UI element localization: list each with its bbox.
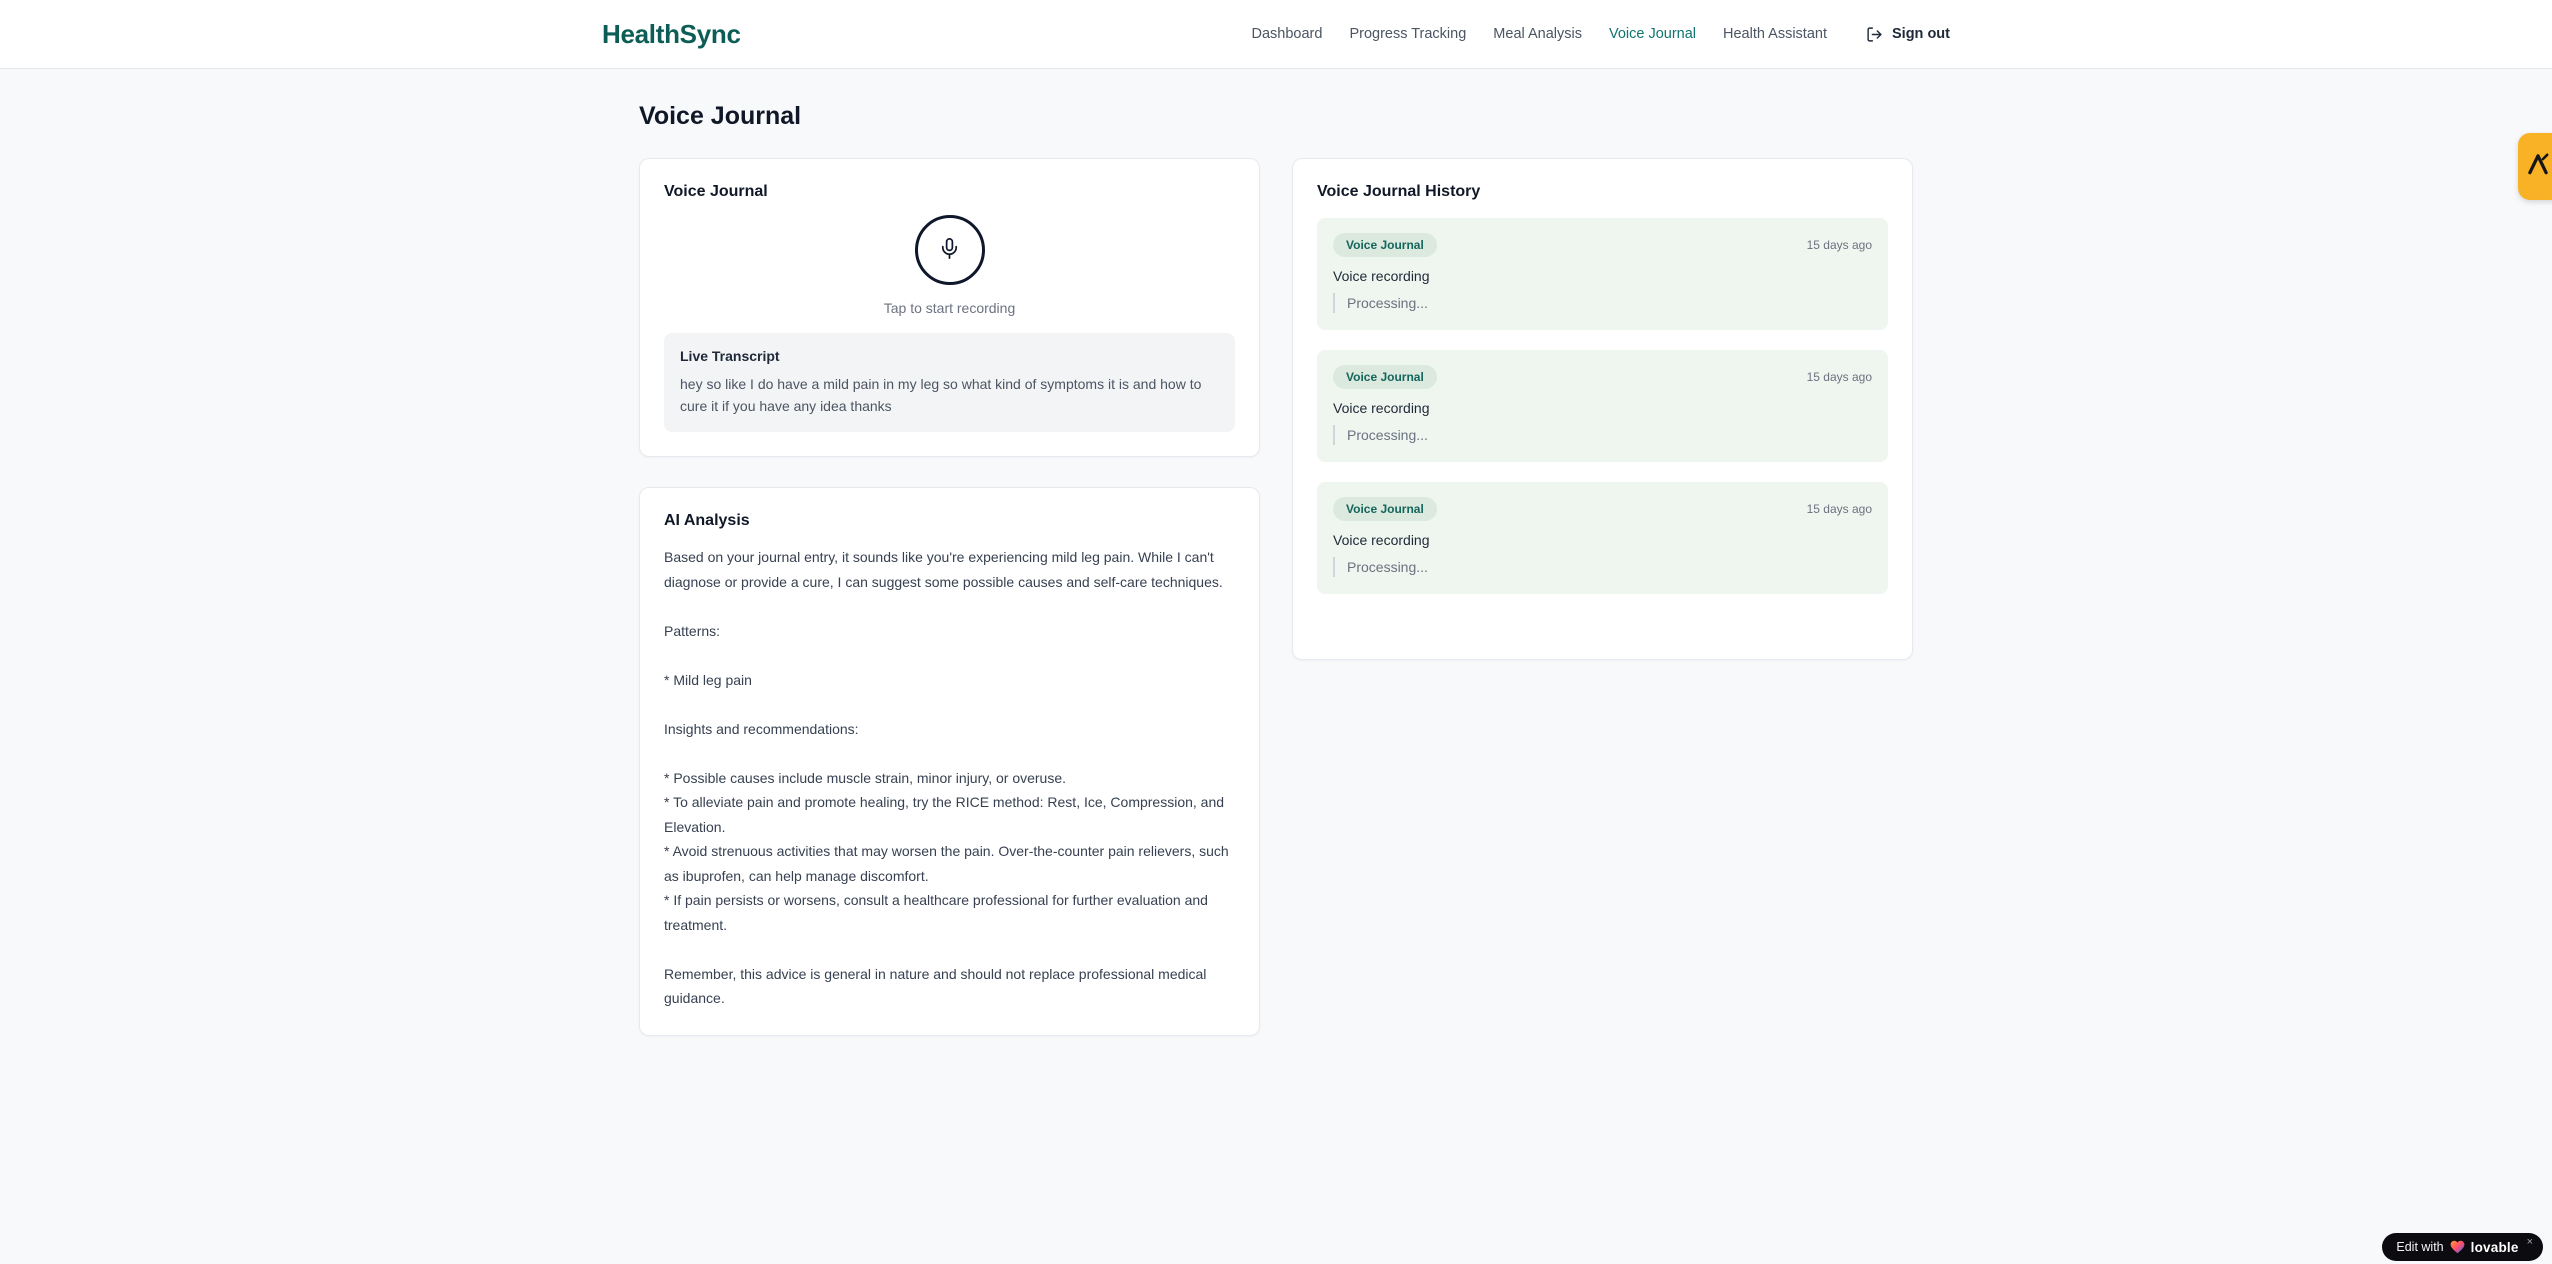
entry-title: Voice recording xyxy=(1333,532,1430,548)
microphone-icon xyxy=(938,237,961,263)
history-item[interactable]: Voice Journal 15 days ago Voice recordin… xyxy=(1317,482,1888,594)
entry-timestamp: 15 days ago xyxy=(1806,502,1872,516)
nav-progress-tracking[interactable]: Progress Tracking xyxy=(1349,26,1466,42)
transcript-title: Live Transcript xyxy=(680,348,780,364)
heart-icon xyxy=(2450,1240,2465,1254)
entry-type-badge: Voice Journal xyxy=(1333,233,1437,257)
page-title: Voice Journal xyxy=(639,102,802,130)
entry-timestamp: 15 days ago xyxy=(1806,370,1872,384)
entry-title: Voice recording xyxy=(1333,268,1430,284)
record-button[interactable] xyxy=(914,215,985,285)
nav-dashboard[interactable]: Dashboard xyxy=(1252,26,1323,42)
header: HealthSync Dashboard Progress Tracking M… xyxy=(0,0,2552,69)
entry-status: Processing... xyxy=(1333,293,1872,313)
entry-status: Processing... xyxy=(1333,425,1872,445)
ai-analysis-card: AI Analysis Based on your journal entry,… xyxy=(639,487,1260,1036)
amber-logo-icon xyxy=(2525,151,2551,182)
main-content: Voice Journal Voice Journal Tap to start… xyxy=(639,69,1913,1036)
lovable-brand: lovable xyxy=(2470,1239,2519,1255)
entry-title: Voice recording xyxy=(1333,400,1430,416)
brand-logo[interactable]: HealthSync xyxy=(602,19,741,50)
entry-type-badge: Voice Journal xyxy=(1333,365,1437,389)
lovable-badge[interactable]: Edit with lovable × xyxy=(2382,1233,2543,1261)
left-column: Voice Journal Tap to start recording Liv… xyxy=(639,158,1260,1036)
analysis-text: Based on your journal entry, it sounds l… xyxy=(664,549,1229,1006)
history-item[interactable]: Voice Journal 15 days ago Voice recordin… xyxy=(1317,350,1888,462)
sign-out-label: Sign out xyxy=(1892,26,1950,42)
close-icon[interactable]: × xyxy=(2527,1236,2533,1248)
entry-status: Processing... xyxy=(1333,557,1872,577)
main-nav: Dashboard Progress Tracking Meal Analysi… xyxy=(1252,26,1951,43)
record-hint: Tap to start recording xyxy=(883,300,1016,316)
amber-widget-badge[interactable] xyxy=(2518,133,2552,200)
entry-timestamp: 15 days ago xyxy=(1806,238,1872,252)
history-card-title: Voice Journal History xyxy=(1317,183,1481,200)
history-card: Voice Journal History Voice Journal 15 d… xyxy=(1292,158,1913,660)
recorder-card-title: Voice Journal xyxy=(664,183,768,200)
lovable-prefix: Edit with xyxy=(2396,1240,2444,1254)
entry-type-badge: Voice Journal xyxy=(1333,497,1437,521)
nav-health-assistant[interactable]: Health Assistant xyxy=(1723,26,1827,42)
voice-recorder-card: Voice Journal Tap to start recording Liv… xyxy=(639,158,1260,457)
live-transcript-box: Live Transcript hey so like I do have a … xyxy=(664,333,1235,432)
right-column: Voice Journal History Voice Journal 15 d… xyxy=(1292,158,1913,1036)
history-item[interactable]: Voice Journal 15 days ago Voice recordin… xyxy=(1317,218,1888,330)
sign-out-button[interactable]: Sign out xyxy=(1866,26,1950,43)
sign-out-icon xyxy=(1866,26,1883,43)
transcript-text: hey so like I do have a mild pain in my … xyxy=(680,376,1202,414)
nav-meal-analysis[interactable]: Meal Analysis xyxy=(1493,26,1582,42)
nav-voice-journal[interactable]: Voice Journal xyxy=(1609,26,1696,42)
analysis-card-title: AI Analysis xyxy=(664,512,750,529)
